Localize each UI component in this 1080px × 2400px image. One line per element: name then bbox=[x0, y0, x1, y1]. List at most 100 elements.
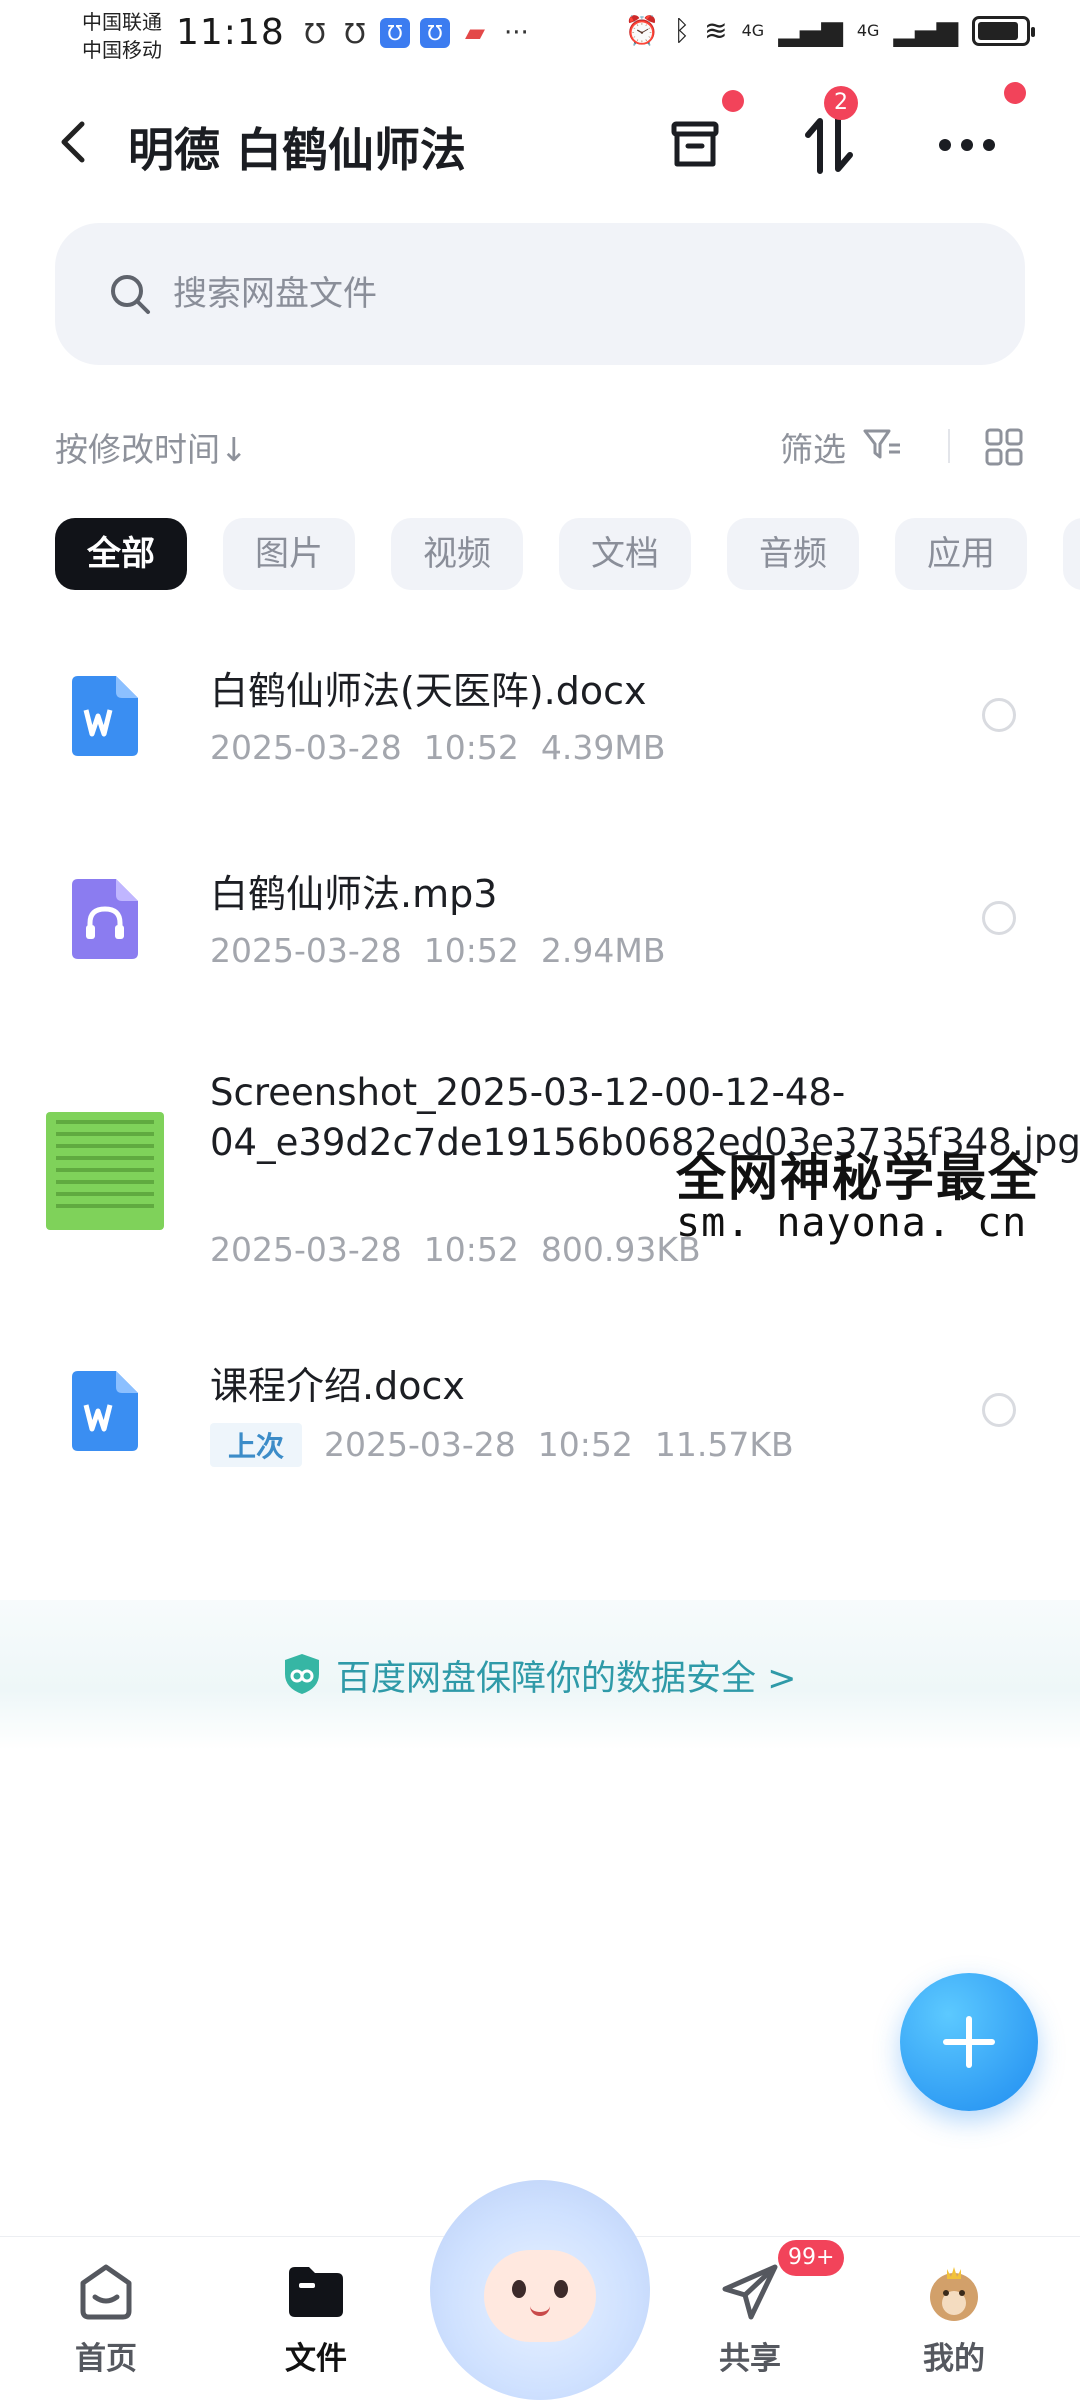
more-dots-icon bbox=[939, 139, 995, 151]
tab-me[interactable]: 我的 bbox=[884, 2259, 1024, 2378]
file-time: 10:52 bbox=[423, 728, 519, 767]
filter-icon[interactable] bbox=[862, 427, 902, 463]
file-name: 课程介绍.docx bbox=[210, 1364, 465, 1408]
word-doc-icon bbox=[72, 676, 138, 756]
tab-files-label: 文件 bbox=[285, 2341, 347, 2377]
page-title: 明德 白鹤仙师法 bbox=[128, 123, 467, 177]
carrier-labels: 中国联通 中国移动 bbox=[82, 8, 162, 64]
paper-plane-icon bbox=[722, 2264, 778, 2320]
category-tab-videos[interactable]: 视频 bbox=[391, 518, 523, 590]
tab-home[interactable]: 首页 bbox=[36, 2259, 176, 2378]
file-size: 2.94MB bbox=[540, 931, 666, 970]
home-icon bbox=[80, 2264, 132, 2320]
app-notification-icon: Ʊ bbox=[380, 18, 410, 48]
file-date: 2025-03-28 bbox=[210, 1230, 402, 1269]
network-type-1: 4G bbox=[741, 21, 765, 40]
tab-files[interactable]: 文件 bbox=[246, 2259, 386, 2378]
add-button[interactable] bbox=[900, 1973, 1038, 2111]
word-doc-icon bbox=[72, 1371, 138, 1451]
tab-me-label: 我的 bbox=[923, 2341, 985, 2377]
security-banner-text: 百度网盘保障你的数据安全 > bbox=[336, 1659, 797, 1699]
filter-button[interactable]: 筛选 bbox=[780, 423, 846, 471]
file-time: 10:52 bbox=[423, 931, 519, 970]
file-time: 10:52 bbox=[537, 1425, 633, 1464]
file-meta: 2025-03-28 10:52 4.39MB bbox=[210, 728, 687, 767]
avatar bbox=[930, 2267, 978, 2321]
carrier-2: 中国移动 bbox=[82, 38, 162, 62]
search-bar[interactable] bbox=[55, 223, 1025, 365]
last-opened-tag: 上次 bbox=[210, 1423, 303, 1467]
system-icons: ⏰ ᛒ ≋ 4G ▂▄▆ 4G ▂▄▆ bbox=[624, 14, 1035, 47]
app-notification-icon: Ʊ bbox=[420, 18, 450, 48]
select-checkbox[interactable] bbox=[982, 901, 1016, 935]
signal-icon: ▂▄▆ bbox=[778, 14, 843, 47]
top-nav-bar: 明德 白鹤仙师法 2 bbox=[0, 82, 1080, 202]
signal-icon: ▂▄▆ bbox=[893, 14, 958, 47]
shield-icon bbox=[285, 1654, 319, 1694]
category-tab-audio[interactable]: 音频 bbox=[727, 518, 859, 590]
tab-share[interactable]: 共享 bbox=[680, 2259, 820, 2378]
status-bar: 中国联通 中国移动 11:18 Ʊ Ʊ Ʊ Ʊ ▰ ··· ⏰ ᛒ ≋ 4G ▂… bbox=[0, 0, 1080, 72]
sort-by-modified-button[interactable]: 按修改时间↓ bbox=[55, 423, 248, 471]
transfer-count-badge: 2 bbox=[824, 86, 858, 120]
category-tab-apps[interactable]: 应用 bbox=[895, 518, 1027, 590]
wifi-icon: ≋ bbox=[704, 14, 728, 47]
category-tab-more[interactable] bbox=[1063, 518, 1080, 590]
clock: 11:18 bbox=[176, 12, 285, 53]
image-thumbnail bbox=[46, 1112, 164, 1230]
file-time: 10:52 bbox=[423, 1230, 519, 1269]
select-checkbox[interactable] bbox=[982, 1393, 1016, 1427]
bluetooth-icon: ᛒ bbox=[673, 14, 691, 47]
back-button[interactable] bbox=[52, 112, 102, 172]
tab-share-label: 共享 bbox=[719, 2341, 781, 2377]
magnet-icon: Ʊ bbox=[344, 16, 366, 50]
select-checkbox[interactable] bbox=[982, 698, 1016, 732]
file-meta: 2025-03-28 10:52 2.94MB bbox=[210, 931, 687, 970]
chevron-left-icon bbox=[61, 121, 85, 163]
magnet-icon: Ʊ bbox=[304, 16, 326, 50]
archive-box-icon bbox=[671, 121, 719, 167]
audio-file-icon bbox=[72, 879, 138, 959]
file-row[interactable]: 课程介绍.docx 上次 2025-03-28 10:52 11.57KB bbox=[0, 1335, 1080, 1495]
alarm-icon: ⏰ bbox=[624, 14, 660, 47]
file-date: 2025-03-28 bbox=[324, 1425, 516, 1464]
book-icon: ▰ bbox=[465, 18, 485, 48]
file-row[interactable]: 白鹤仙师法.mp3 2025-03-28 10:52 2.94MB bbox=[0, 843, 1080, 1003]
security-banner[interactable]: 百度网盘保障你的数据安全 > bbox=[0, 1600, 1080, 1750]
network-type-2: 4G bbox=[856, 21, 880, 40]
category-tab-images[interactable]: 图片 bbox=[223, 518, 355, 590]
file-name: 白鹤仙师法.mp3 bbox=[210, 872, 498, 916]
battery-icon bbox=[972, 15, 1035, 46]
file-date: 2025-03-28 bbox=[210, 931, 402, 970]
mascot-face bbox=[484, 2250, 596, 2342]
file-size: 4.39MB bbox=[540, 728, 666, 767]
assistant-mascot-button[interactable] bbox=[430, 2180, 650, 2400]
tab-home-label: 首页 bbox=[75, 2341, 137, 2377]
file-date: 2025-03-28 bbox=[210, 728, 402, 767]
watermark-url: sm. nayona. cn bbox=[676, 1200, 1028, 1246]
file-row[interactable]: 白鹤仙师法(天医阵).docx 2025-03-28 10:52 4.39MB bbox=[0, 640, 1080, 800]
file-meta: 上次 2025-03-28 10:52 11.57KB bbox=[210, 1423, 816, 1467]
category-tab-documents[interactable]: 文档 bbox=[559, 518, 691, 590]
archive-button[interactable] bbox=[660, 110, 730, 180]
file-name: 白鹤仙师法(天医阵).docx bbox=[210, 669, 647, 713]
more-notifications-icon: ··· bbox=[504, 18, 529, 48]
more-options-button[interactable] bbox=[932, 110, 1002, 180]
transfer-arrows-icon bbox=[805, 116, 853, 174]
more-notification-dot bbox=[1004, 82, 1026, 104]
transfer-button[interactable] bbox=[794, 110, 864, 180]
folder-icon bbox=[289, 2267, 343, 2317]
share-count-badge: 99+ bbox=[778, 2240, 845, 2276]
divider bbox=[948, 429, 950, 463]
archive-notification-dot bbox=[722, 90, 744, 112]
notification-icons: Ʊ Ʊ Ʊ Ʊ ▰ ··· bbox=[300, 16, 529, 50]
category-tabs: 全部 图片 视频 文档 音频 应用 bbox=[55, 518, 1080, 590]
file-size: 11.57KB bbox=[654, 1425, 794, 1464]
carrier-1: 中国联通 bbox=[82, 10, 162, 34]
search-icon bbox=[111, 275, 150, 314]
file-meta: 2025-03-28 10:52 800.93KB bbox=[210, 1230, 723, 1269]
grid-view-icon[interactable] bbox=[984, 427, 1024, 467]
category-tab-all[interactable]: 全部 bbox=[55, 518, 187, 590]
sort-filter-row: 按修改时间↓ 筛选 bbox=[0, 415, 1080, 475]
search-input[interactable] bbox=[173, 267, 873, 321]
